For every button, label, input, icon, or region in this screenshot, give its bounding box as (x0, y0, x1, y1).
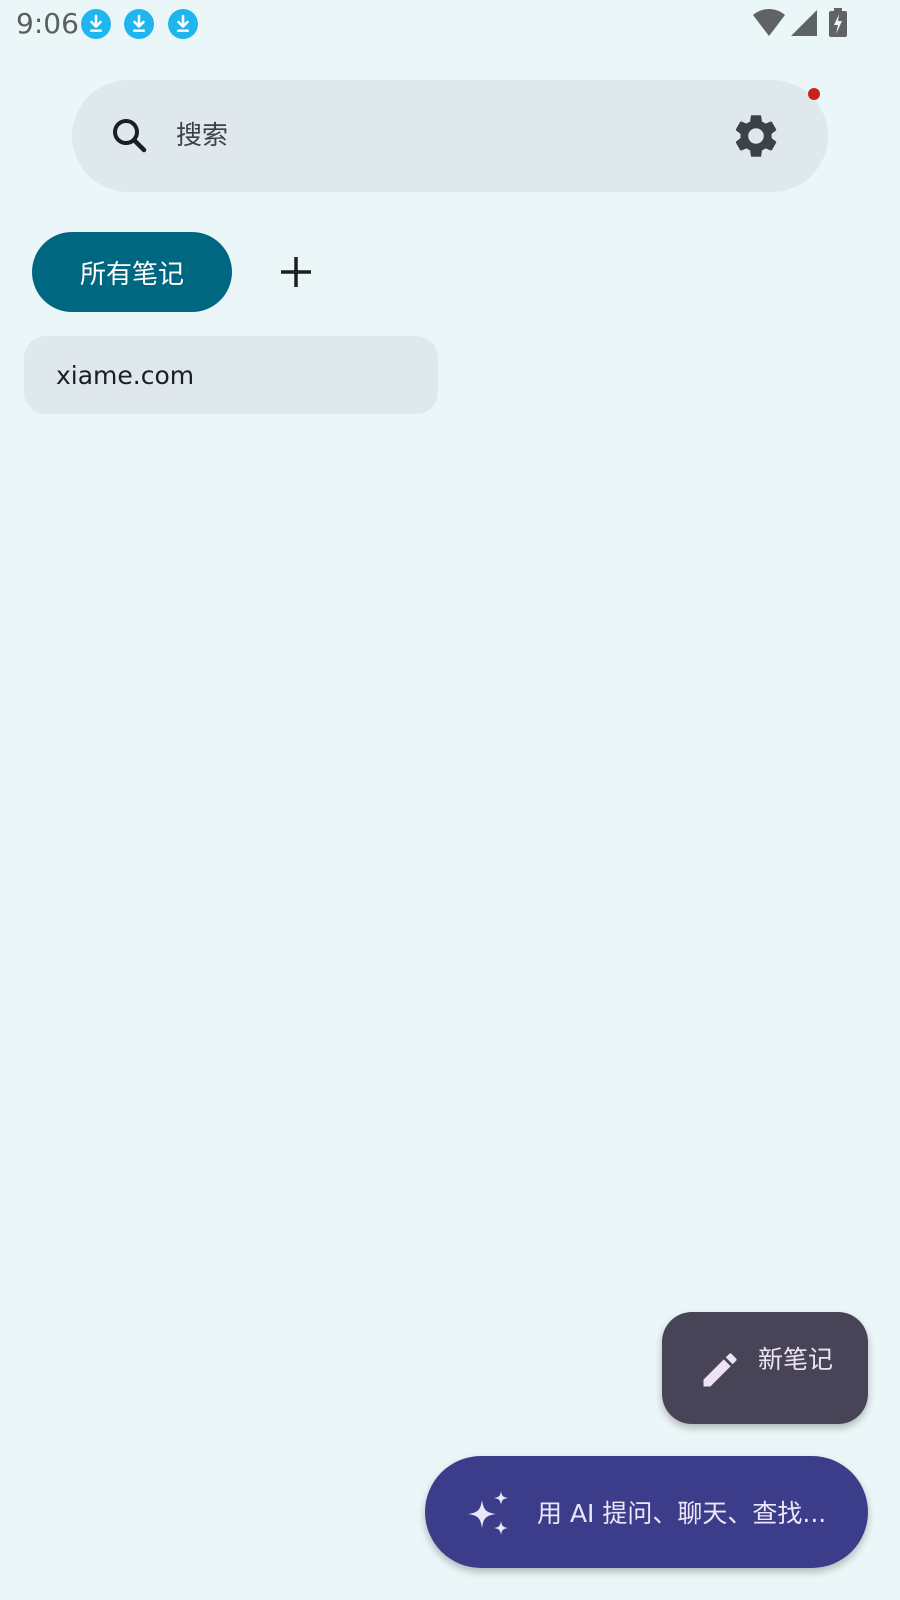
status-time: 9:06 (16, 7, 79, 40)
gear-icon[interactable] (730, 110, 782, 162)
new-note-button[interactable]: 新笔记 (662, 1312, 868, 1424)
note-card[interactable]: xiame.com (24, 336, 438, 414)
ai-assistant-label: 用 AI 提问、聊天、查找... (537, 1499, 827, 1528)
wifi-icon (753, 9, 785, 36)
battery-charging-icon (829, 8, 847, 37)
search-icon (106, 112, 154, 160)
search-input[interactable] (176, 110, 696, 162)
search-bar[interactable] (72, 80, 828, 192)
tab-all-notes[interactable]: 所有笔记 (32, 232, 232, 312)
note-title: xiame.com (56, 360, 195, 390)
sparkle-icon (465, 1488, 515, 1538)
app-screen: 9:06 所有笔记 xiame.com 新笔记 (0, 0, 900, 1600)
cell-signal-icon (791, 10, 817, 36)
notification-dot (808, 88, 820, 100)
download-icon (124, 9, 154, 39)
download-icon (81, 9, 111, 39)
plus-icon[interactable] (272, 248, 320, 296)
new-note-label: 新笔记 (758, 1345, 834, 1374)
download-icon (168, 9, 198, 39)
pencil-icon (698, 1348, 742, 1392)
ai-assistant-button[interactable]: 用 AI 提问、聊天、查找... (425, 1456, 868, 1568)
